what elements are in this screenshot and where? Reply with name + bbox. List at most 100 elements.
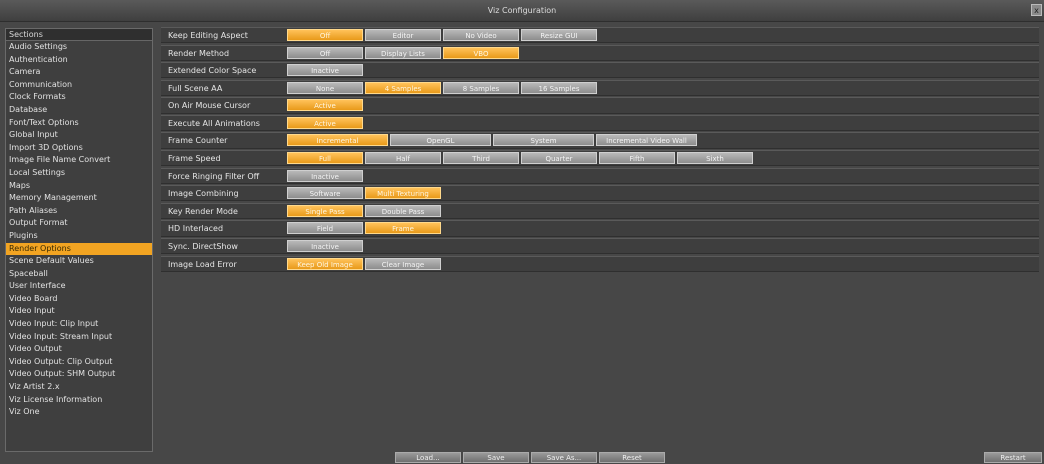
option-group: Off Display Lists VBO [287,46,519,59]
setting-row: Image Combining Software Multi Texturing [161,185,1039,202]
option-button[interactable]: Resize GUI [521,29,597,41]
option-button[interactable]: Inactive [287,169,363,182]
sidebar-item-database[interactable]: Database [6,104,152,117]
sidebar-item-camera[interactable]: Camera [6,66,152,79]
sidebar-item-video-output[interactable]: Video Output [6,343,152,356]
settings-panel: Keep Editing Aspect Off Editor No Video Resi… [161,27,1039,273]
sidebar-item-video-board[interactable]: Video Board [6,293,152,306]
close-icon[interactable]: x [1031,4,1042,16]
option-button[interactable]: 8 Samples [443,81,519,94]
option-group: Inactive [287,239,363,252]
setting-row: Keep Editing Aspect Off Editor No Video Resi… [161,27,1039,44]
sidebar-item-font-text-options[interactable]: Font/Text Options [6,117,152,130]
sidebar-item-authentication[interactable]: Authentication [6,54,152,67]
setting-row: Frame Counter Incremental OpenGL System Incr… [161,132,1039,149]
save-button[interactable]: Save [463,452,529,463]
option-button[interactable]: System [493,134,594,147]
option-button[interactable]: Frame [365,222,441,235]
option-group: Off Editor No Video Resize GUI [287,29,597,41]
sidebar-item-user-interface[interactable]: User Interface [6,280,152,293]
sidebar-item-spaceball[interactable]: Spaceball [6,268,152,281]
option-button[interactable]: Incremental Video Wall [596,134,697,147]
option-button[interactable]: OpenGL [390,134,491,147]
option-button[interactable]: Active [287,116,363,129]
sidebar-item-import-3d-options[interactable]: Import 3D Options [6,142,152,155]
option-button[interactable]: Half [365,152,441,165]
setting-label: Force Ringing Filter Off [168,171,260,181]
sidebar-item-output-format[interactable]: Output Format [6,217,152,230]
sidebar-item-video-input-stream-input[interactable]: Video Input: Stream Input [6,331,152,344]
option-group: Field Frame [287,222,441,235]
sidebar-item-memory-management[interactable]: Memory Management [6,192,152,205]
option-button[interactable]: Off [287,46,363,59]
option-button[interactable]: Double Pass [365,204,441,217]
option-button[interactable]: Inactive [287,64,363,77]
option-button[interactable]: Off [287,29,363,41]
option-group: Keep Old Image Clear Image [287,257,441,270]
load-button[interactable]: Load... [395,452,461,463]
setting-label: HD Interlaced [168,224,224,234]
setting-label: Render Method [168,48,230,58]
restart-button[interactable]: Restart [984,452,1042,463]
sidebar-item-video-input-clip-input[interactable]: Video Input: Clip Input [6,318,152,331]
option-group: Software Multi Texturing [287,187,441,200]
option-button[interactable]: Single Pass [287,204,363,217]
sidebar-item-plugins[interactable]: Plugins [6,230,152,243]
sidebar-item-video-input[interactable]: Video Input [6,305,152,318]
option-button[interactable]: Incremental [287,134,388,147]
option-button[interactable]: None [287,81,363,94]
setting-label: Full Scene AA [168,83,223,93]
option-button[interactable]: Multi Texturing [365,187,441,200]
option-button[interactable]: Active [287,99,363,112]
option-button[interactable]: Field [287,222,363,235]
sidebar-item-viz-one[interactable]: Viz One [6,406,152,419]
option-group: Full Half Third Quarter Fifth Sixth [287,152,753,165]
sidebar-item-clock-formats[interactable]: Clock Formats [6,91,152,104]
reset-button[interactable]: Reset [599,452,665,463]
save-as-button[interactable]: Save As... [531,452,597,463]
option-button[interactable]: Sixth [677,152,753,165]
sidebar-item-video-output-clip-output[interactable]: Video Output: Clip Output [6,356,152,369]
sidebar-header: Sections [6,29,152,41]
sidebar-list: Audio Settings Authentication Camera Commun… [6,41,152,419]
sidebar-item-video-output-shm-output[interactable]: Video Output: SHM Output [6,368,152,381]
option-button[interactable]: VBO [443,46,519,59]
setting-row: Key Render Mode Single Pass Double Pass [161,202,1039,219]
option-button[interactable]: Full [287,152,363,165]
option-button[interactable]: Editor [365,29,441,41]
option-button[interactable]: Keep Old Image [287,257,363,270]
setting-label: Extended Color Space [168,66,257,76]
sections-sidebar: Sections Audio Settings Authentication Cam… [5,28,153,452]
sidebar-item-viz-license-information[interactable]: Viz License Information [6,394,152,407]
sidebar-item-global-input[interactable]: Global Input [6,129,152,142]
sidebar-item-viz-artist-2-x[interactable]: Viz Artist 2.x [6,381,152,394]
setting-label: Image Load Error [168,259,237,269]
sidebar-item-maps[interactable]: Maps [6,180,152,193]
option-button[interactable]: 4 Samples [365,81,441,94]
sidebar-item-audio-settings[interactable]: Audio Settings [6,41,152,54]
option-button[interactable]: Third [443,152,519,165]
sidebar-item-path-aliases[interactable]: Path Aliases [6,205,152,218]
setting-row: Render Method Off Display Lists VBO [161,44,1039,61]
setting-label: Key Render Mode [168,206,238,216]
setting-row: Execute All Animations Active [161,114,1039,132]
option-button[interactable]: Quarter [521,152,597,165]
window-title: Viz Configuration [487,6,557,15]
sidebar-item-render-options[interactable]: Render Options [6,242,152,256]
sidebar-item-communication[interactable]: Communication [6,79,152,92]
sidebar-item-image-file-name-convert[interactable]: Image File Name Convert [6,154,152,167]
sidebar-item-scene-default-values[interactable]: Scene Default Values [6,255,152,268]
option-button[interactable]: No Video [443,29,519,41]
setting-label: Frame Counter [168,136,228,146]
option-button[interactable]: Software [287,187,363,200]
option-group: Inactive [287,169,363,182]
option-button[interactable]: 16 Samples [521,81,597,94]
setting-label: Image Combining [168,189,239,199]
option-button[interactable]: Clear Image [365,257,441,270]
option-button[interactable]: Display Lists [365,46,441,59]
footer-bar: Load... Save Save As... Reset Restart [0,452,1044,463]
option-button[interactable]: Inactive [287,239,363,252]
setting-row: HD Interlaced Field Frame [161,220,1039,237]
sidebar-item-local-settings[interactable]: Local Settings [6,167,152,180]
option-button[interactable]: Fifth [599,152,675,165]
